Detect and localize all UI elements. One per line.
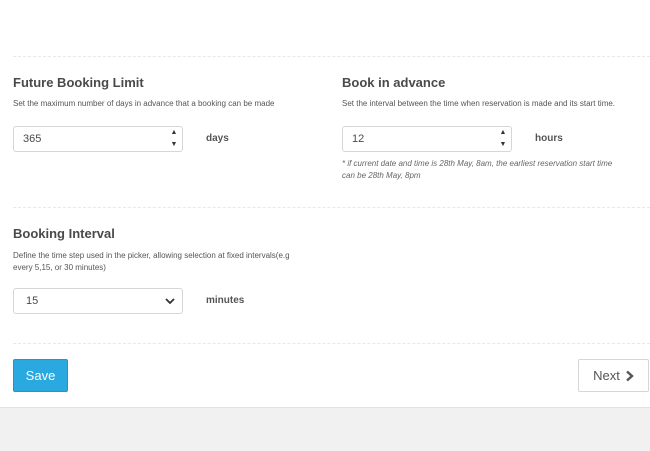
future-limit-value: 365	[23, 133, 42, 145]
book-advance-unit: hours	[535, 133, 563, 144]
book-advance-value: 12	[352, 133, 365, 145]
save-button[interactable]: Save	[13, 359, 68, 392]
book-advance-input[interactable]: 12 ▲ ▼	[342, 126, 512, 152]
future-limit-spinner[interactable]: ▲ ▼	[168, 128, 180, 150]
interval-unit: minutes	[206, 295, 245, 306]
book-advance-spinner[interactable]: ▲ ▼	[497, 128, 509, 150]
save-button-label: Save	[25, 368, 56, 383]
footer-band	[0, 407, 650, 451]
interval-selected-value: 15	[26, 295, 39, 307]
future-limit-input[interactable]: 365 ▲ ▼	[13, 126, 183, 152]
caret-up-icon[interactable]: ▲	[171, 128, 178, 138]
caret-down-icon[interactable]: ▼	[500, 140, 507, 150]
interval-description-line1: Define the time step used in the picker,…	[13, 251, 290, 260]
next-button[interactable]: Next	[578, 359, 649, 392]
caret-up-icon[interactable]: ▲	[500, 128, 507, 138]
bottom-divider	[13, 343, 650, 344]
interval-description-line2: every 5,15, or 30 minutes)	[13, 263, 106, 272]
book-advance-title: Book in advance	[342, 75, 446, 90]
future-limit-title: Future Booking Limit	[13, 75, 144, 90]
book-advance-note-line2: can be 28th May, 8pm	[342, 171, 421, 180]
interval-select[interactable]: 15	[13, 288, 183, 314]
middle-divider	[13, 207, 650, 208]
book-advance-note-line1: * if current date and time is 28th May, …	[342, 159, 613, 168]
next-button-label: Next	[593, 368, 620, 383]
future-limit-description: Set the maximum number of days in advanc…	[13, 99, 275, 108]
caret-down-icon[interactable]: ▼	[171, 140, 178, 150]
interval-title: Booking Interval	[13, 226, 115, 241]
top-divider	[13, 56, 650, 57]
book-advance-description: Set the interval between the time when r…	[342, 99, 616, 108]
chevron-right-icon	[626, 370, 634, 381]
chevron-down-icon	[165, 298, 175, 305]
future-limit-unit: days	[206, 133, 229, 144]
